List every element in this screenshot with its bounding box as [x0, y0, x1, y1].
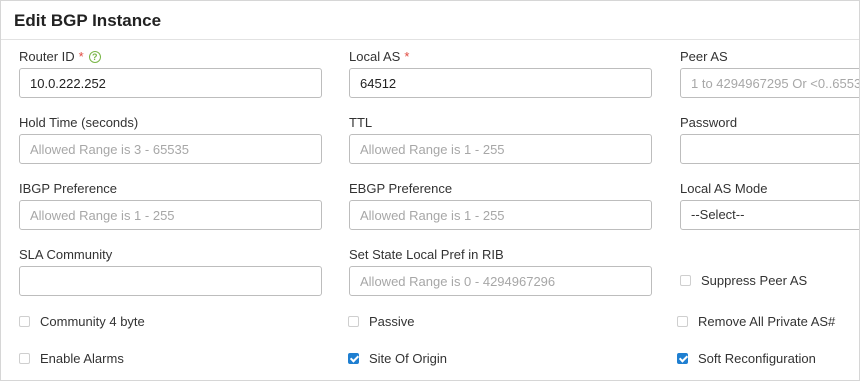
- required-marker: *: [404, 49, 410, 64]
- set-state-local-pref-label: Set State Local Pref in RIB: [349, 247, 504, 262]
- suppress-peer-as-label: Suppress Peer AS: [701, 273, 808, 288]
- router-id-label: Router ID *?: [19, 49, 101, 64]
- required-marker: *: [78, 49, 84, 64]
- enable-alarms-checkbox[interactable]: Enable Alarms: [19, 351, 124, 366]
- ebgp-preference-label: EBGP Preference: [349, 181, 453, 196]
- ibgp-preference-label: IBGP Preference: [19, 181, 118, 196]
- ttl-input[interactable]: [349, 134, 652, 164]
- checkbox-box-checked[interactable]: [677, 353, 688, 364]
- local-as-label: Local AS *: [349, 49, 409, 64]
- ttl-label: TTL: [349, 115, 373, 130]
- checkbox-box[interactable]: [19, 316, 30, 327]
- title-divider: [1, 39, 859, 40]
- ibgp-preference-input[interactable]: [19, 200, 322, 230]
- sla-community-label: SLA Community: [19, 247, 113, 262]
- password-label: Password: [680, 115, 738, 130]
- hold-time-label: Hold Time (seconds): [19, 115, 139, 130]
- soft-reconfiguration-label: Soft Reconfiguration: [698, 351, 816, 366]
- suppress-peer-as-checkbox[interactable]: Suppress Peer AS: [680, 273, 807, 288]
- checkbox-box-checked[interactable]: [348, 353, 359, 364]
- set-state-local-pref-input[interactable]: [349, 266, 652, 296]
- sla-community-input[interactable]: [19, 266, 322, 296]
- passive-label: Passive: [369, 314, 415, 329]
- peer-as-label: Peer AS: [680, 49, 728, 64]
- router-id-label-text: Router ID: [19, 49, 75, 64]
- password-input[interactable]: [680, 134, 859, 164]
- hold-time-input[interactable]: [19, 134, 322, 164]
- local-as-mode-select[interactable]: --Select--: [680, 200, 859, 230]
- community-4-byte-checkbox[interactable]: Community 4 byte: [19, 314, 145, 329]
- local-as-label-text: Local AS: [349, 49, 401, 64]
- checkbox-box[interactable]: [19, 353, 30, 364]
- passive-checkbox[interactable]: Passive: [348, 314, 415, 329]
- remove-all-private-as-label: Remove All Private AS#: [698, 314, 836, 329]
- site-of-origin-checkbox[interactable]: Site Of Origin: [348, 351, 447, 366]
- local-as-mode-label: Local AS Mode: [680, 181, 768, 196]
- enable-alarms-label: Enable Alarms: [40, 351, 124, 366]
- remove-all-private-as-checkbox[interactable]: Remove All Private AS#: [677, 314, 835, 329]
- soft-reconfiguration-checkbox[interactable]: Soft Reconfiguration: [677, 351, 816, 366]
- edit-bgp-instance-panel: Edit BGP Instance Router ID*? Local AS* …: [0, 0, 860, 381]
- help-icon[interactable]: ?: [88, 51, 101, 63]
- checkbox-box[interactable]: [677, 316, 688, 327]
- site-of-origin-label: Site Of Origin: [369, 351, 448, 366]
- peer-as-input[interactable]: [680, 68, 859, 98]
- router-id-input[interactable]: [19, 68, 322, 98]
- local-as-input[interactable]: [349, 68, 652, 98]
- panel-title: Edit BGP Instance: [14, 11, 162, 30]
- checkbox-box[interactable]: [680, 275, 691, 286]
- community-4-byte-label: Community 4 byte: [40, 314, 145, 329]
- checkbox-box[interactable]: [348, 316, 359, 327]
- ebgp-preference-input[interactable]: [349, 200, 652, 230]
